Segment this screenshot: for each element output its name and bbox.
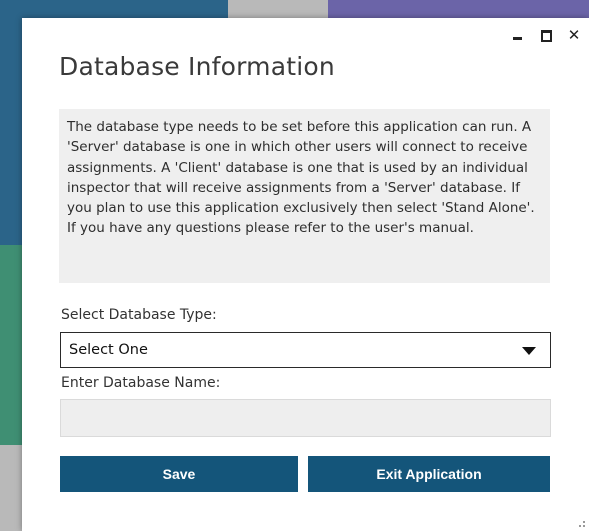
close-icon[interactable]: ✕ [567, 28, 581, 43]
maximize-icon[interactable] [539, 28, 553, 42]
exit-application-button[interactable]: Exit Application [308, 456, 550, 492]
database-type-label: Select Database Type: [61, 307, 217, 323]
background-tile-green [0, 245, 22, 445]
minimize-icon[interactable] [511, 28, 525, 42]
chevron-down-icon [522, 347, 536, 355]
save-button[interactable]: Save [60, 456, 298, 492]
dialog-title: Database Information [59, 52, 335, 81]
window-controls: ✕ [511, 28, 581, 43]
database-information-dialog: ✕ Database Information The database type… [22, 18, 589, 531]
database-name-input[interactable] [60, 399, 551, 437]
database-type-selected-value: Select One [69, 342, 148, 358]
database-type-description: The database type needs to be set before… [59, 109, 550, 283]
resize-grip-icon[interactable] [575, 517, 585, 527]
database-name-label: Enter Database Name: [61, 375, 221, 391]
background-tile-gray-left [0, 445, 22, 531]
database-type-select[interactable]: Select One [60, 332, 551, 368]
